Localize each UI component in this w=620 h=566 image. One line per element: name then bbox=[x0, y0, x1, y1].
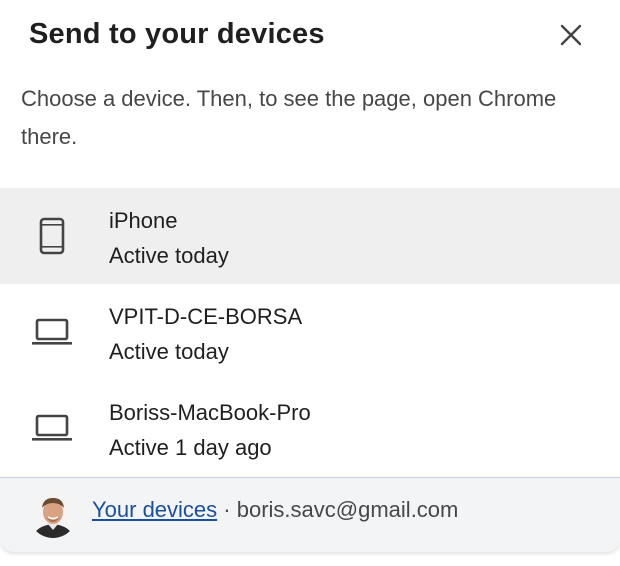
footer-separator: · bbox=[223, 497, 231, 522]
device-row-vpit-d-ce-borsa[interactable]: VPIT-D-CE-BORSA Active today bbox=[0, 284, 620, 380]
dialog-title: Send to your devices bbox=[29, 18, 325, 50]
dialog-subtitle: Choose a device. Then, to see the page, … bbox=[21, 86, 557, 149]
close-button[interactable] bbox=[556, 20, 586, 50]
device-row-iphone[interactable]: iPhone Active today bbox=[0, 188, 620, 284]
send-to-devices-dialog: Send to your devices Choose a device. Th… bbox=[0, 0, 620, 566]
account-email: boris.savc@gmail.com bbox=[236, 497, 459, 522]
avatar bbox=[29, 490, 77, 538]
laptop-icon bbox=[30, 406, 74, 450]
device-row-boriss-macbook-pro[interactable]: Boriss-MacBook-Pro Active 1 day ago bbox=[0, 380, 620, 476]
laptop-icon bbox=[30, 310, 74, 354]
dialog-footer: Your devices · boris.savc@gmail.com bbox=[0, 478, 620, 552]
device-name: VPIT-D-CE-BORSA bbox=[109, 304, 303, 329]
device-status: Active today bbox=[109, 243, 229, 268]
device-status: Active 1 day ago bbox=[109, 435, 272, 460]
close-icon bbox=[560, 24, 582, 46]
phone-icon bbox=[30, 214, 74, 258]
device-name: iPhone bbox=[109, 208, 178, 233]
device-name: Boriss-MacBook-Pro bbox=[109, 400, 311, 425]
footer-text: Your devices · boris.savc@gmail.com bbox=[92, 497, 458, 523]
device-list: iPhone Active today VPIT-D-CE-BORSA Acti… bbox=[0, 188, 620, 476]
device-status: Active today bbox=[109, 339, 229, 364]
your-devices-link[interactable]: Your devices bbox=[92, 497, 217, 522]
